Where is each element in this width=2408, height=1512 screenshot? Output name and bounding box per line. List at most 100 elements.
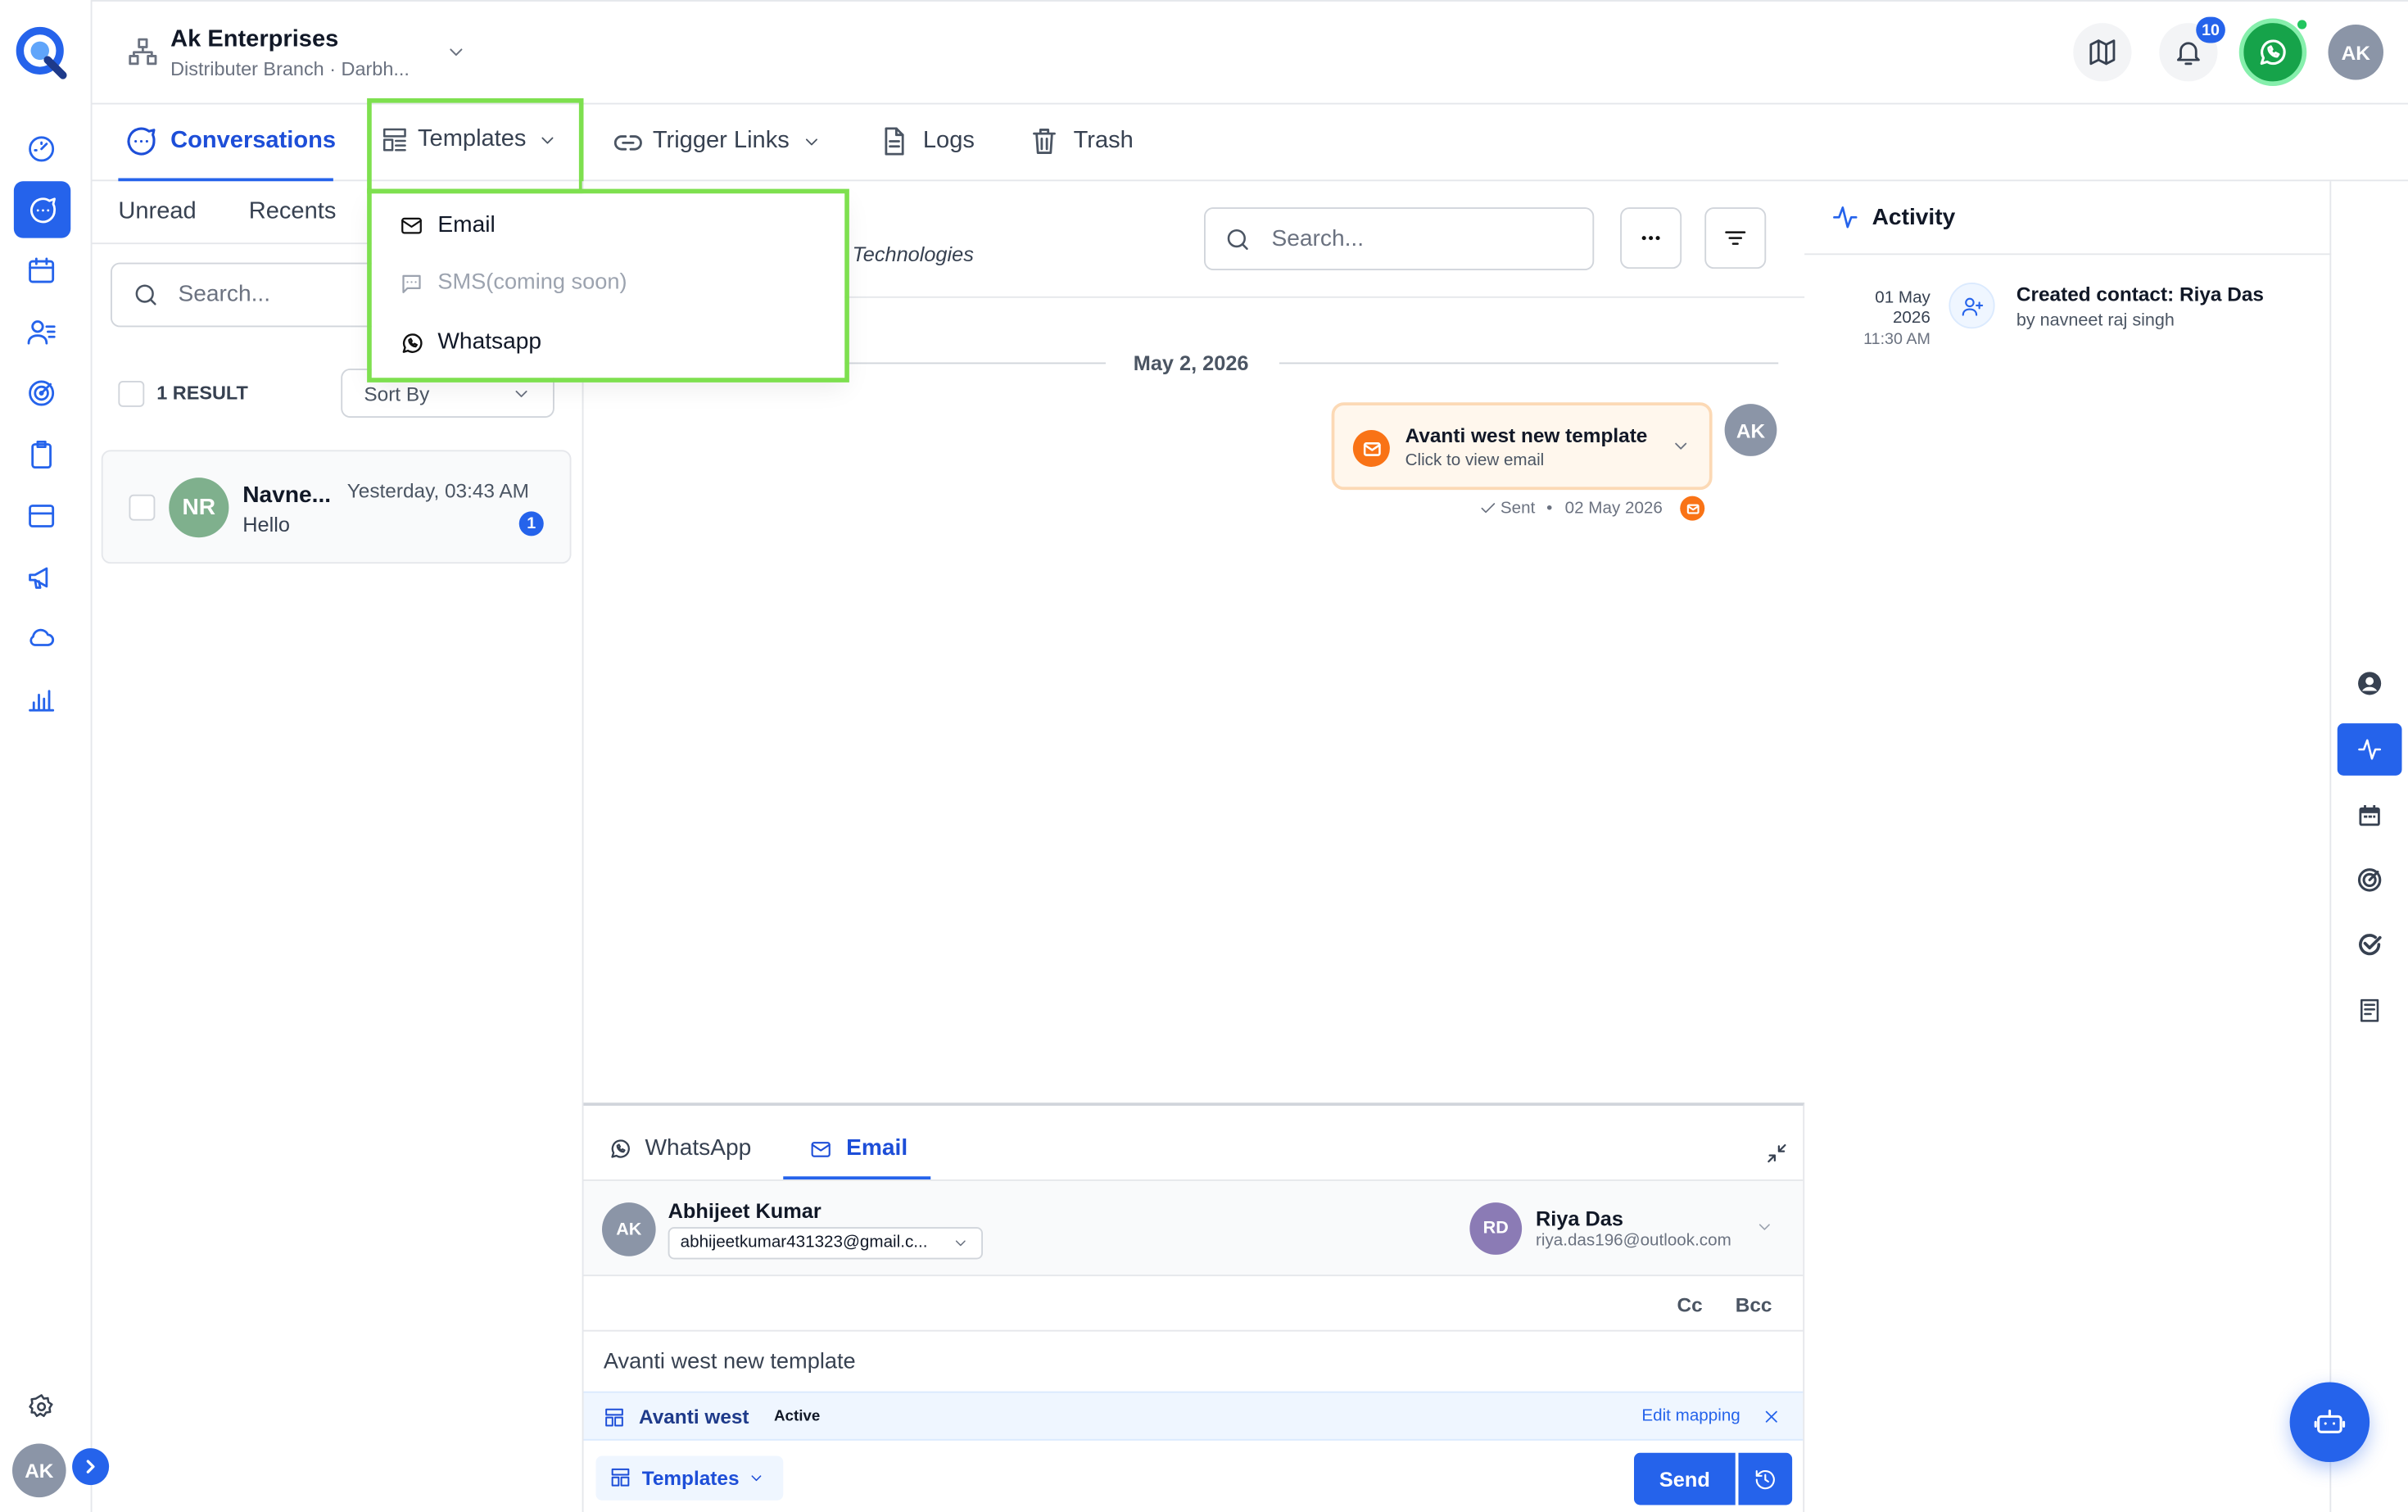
composer-tab-email[interactable]: Email: [783, 1127, 931, 1179]
notes-icon[interactable]: [2356, 997, 2383, 1025]
template-mapping-bar: Avanti west Active Edit mapping: [583, 1391, 1804, 1441]
email-message-card[interactable]: Avanti west new template Click to view e…: [1331, 402, 1713, 491]
online-dot: [2296, 18, 2309, 31]
select-all-checkbox[interactable]: [118, 381, 145, 407]
to-name: Riya Das: [1536, 1206, 1623, 1230]
tab-trigger-links[interactable]: Trigger Links: [613, 105, 828, 182]
conversations-nav-icon[interactable]: [13, 181, 71, 238]
template-icon: [609, 1467, 631, 1488]
chevron-down-icon[interactable]: [1755, 1218, 1774, 1237]
user-avatar-footer[interactable]: AK: [12, 1443, 66, 1498]
chat-search-box[interactable]: Search...: [1204, 207, 1595, 270]
to-avatar: RD: [1469, 1202, 1523, 1255]
tab-templates[interactable]: Templates: [367, 98, 584, 194]
branch-icon: [128, 37, 159, 68]
mail-icon: [400, 214, 424, 238]
edit-mapping-link[interactable]: Edit mapping: [1641, 1407, 1740, 1426]
bot-assistant-button[interactable]: [2289, 1382, 2370, 1462]
filter-button[interactable]: [1704, 207, 1767, 269]
chat-search-input[interactable]: Search...: [1272, 226, 1365, 252]
message-title: Avanti west new template: [1405, 423, 1648, 447]
date-divider-line-left: [844, 362, 1106, 364]
menu-item-whatsapp[interactable]: Whatsapp: [372, 315, 845, 370]
activity-rail-button[interactable]: [2337, 723, 2402, 776]
conversation-list-item[interactable]: NR Navne... Yesterday, 03:43 AM Hello 1: [101, 450, 572, 564]
contacts-nav-icon[interactable]: [26, 316, 57, 347]
analytics-nav-icon[interactable]: [26, 683, 57, 714]
whatsapp-icon: [400, 330, 426, 356]
bcc-button[interactable]: Bcc: [1736, 1293, 1772, 1316]
task-check-icon[interactable]: [2356, 930, 2383, 958]
from-name: Abhijeet Kumar: [668, 1199, 822, 1223]
minimize-icon[interactable]: [1764, 1141, 1789, 1166]
megaphone-nav-icon[interactable]: [26, 562, 57, 593]
activity-year: 2026: [1892, 308, 1930, 328]
whatsapp-icon: [2260, 39, 2286, 66]
contact-profile-icon[interactable]: [2356, 670, 2383, 698]
more-options-button[interactable]: [1620, 207, 1682, 269]
conversation-avatar: NR: [169, 478, 229, 538]
email-header-row: AK Abhijeet Kumar abhijeetkumar431323@gm…: [583, 1179, 1804, 1277]
conversation-time: Yesterday, 03:43 AM: [346, 479, 529, 503]
activity-panel: Activity 01 May 2026 11:30 AM Created co…: [1804, 181, 2332, 1512]
composer-tab-whatsapp[interactable]: WhatsApp: [609, 1127, 770, 1179]
subtab-unread[interactable]: Unread: [118, 198, 196, 226]
settings-icon[interactable]: [28, 1393, 56, 1421]
unread-badge: 1: [518, 511, 544, 536]
target-icon[interactable]: [2356, 867, 2383, 894]
template-icon: [604, 1407, 625, 1428]
sender-avatar: AK: [1724, 404, 1777, 456]
target-nav-icon[interactable]: [26, 378, 57, 409]
activity-date: 01 May: [1875, 288, 1930, 308]
left-nav: AK: [0, 0, 110, 1512]
template-name: Avanti west: [639, 1405, 749, 1428]
header-user-avatar[interactable]: AK: [2328, 25, 2383, 80]
tab-logs[interactable]: Logs: [879, 105, 986, 182]
right-tool-rail: [2331, 181, 2408, 1512]
menu-item-email-label: Email: [437, 211, 496, 238]
activity-title: Activity: [1872, 204, 1956, 231]
conversation-checkbox[interactable]: [129, 494, 156, 521]
subtab-recents[interactable]: Recents: [249, 198, 337, 226]
cloud-nav-icon[interactable]: [26, 622, 57, 653]
cc-button[interactable]: Cc: [1677, 1293, 1703, 1316]
calendar-nav-icon[interactable]: [26, 255, 57, 286]
chevron-down-icon[interactable]: [1671, 437, 1691, 456]
template-status: Active: [774, 1408, 821, 1425]
schedule-send-button[interactable]: [1738, 1452, 1793, 1505]
menu-item-email[interactable]: Email: [372, 197, 845, 252]
check-icon: [1479, 499, 1498, 518]
tab-trash[interactable]: Trash: [1029, 105, 1152, 182]
subject-field[interactable]: Avanti west new template: [604, 1350, 856, 1374]
chevron-down-icon[interactable]: [446, 42, 467, 63]
chevron-down-icon: [953, 1235, 970, 1252]
date-divider-line-right: [1279, 362, 1779, 364]
whatsapp-status-button[interactable]: [2238, 18, 2307, 86]
dashboard-icon[interactable]: [26, 134, 57, 165]
templates-button-label: Templates: [641, 1466, 740, 1490]
send-button[interactable]: Send: [1634, 1452, 1736, 1505]
sort-by-label: Sort By: [364, 382, 430, 405]
clipboard-nav-icon[interactable]: [26, 439, 57, 470]
status-separator: •: [1546, 499, 1553, 518]
tab-logs-label: Logs: [922, 127, 975, 154]
templates-button[interactable]: Templates: [595, 1455, 784, 1501]
app-logo[interactable]: [12, 23, 70, 81]
activity-entry-title: Created contact: Riya Das: [2016, 283, 2264, 306]
from-email-select[interactable]: abhijeetkumar431323@gmail.c...: [668, 1227, 983, 1260]
layout-nav-icon[interactable]: [26, 500, 57, 532]
contact-company: Technologies: [852, 242, 974, 266]
tab-conversations[interactable]: Conversations: [118, 105, 337, 182]
close-icon[interactable]: [1762, 1407, 1781, 1427]
composer: WhatsApp Email AK Abhijeet Kumar abhijee…: [583, 1102, 1805, 1512]
menu-item-sms: SMS(coming soon): [372, 255, 845, 310]
company-name[interactable]: Ak Enterprises: [170, 26, 338, 54]
calendar-icon[interactable]: [2356, 802, 2383, 830]
mail-icon: [1352, 430, 1390, 467]
activity-header: Activity: [1804, 181, 2332, 256]
branch-name: Distributer Branch · Darbh...: [170, 58, 410, 80]
list-search-box[interactable]: Search...: [111, 262, 387, 328]
map-button[interactable]: [2073, 23, 2132, 82]
list-search-input[interactable]: Search...: [179, 281, 271, 307]
tab-conversations-label: Conversations: [170, 127, 337, 154]
